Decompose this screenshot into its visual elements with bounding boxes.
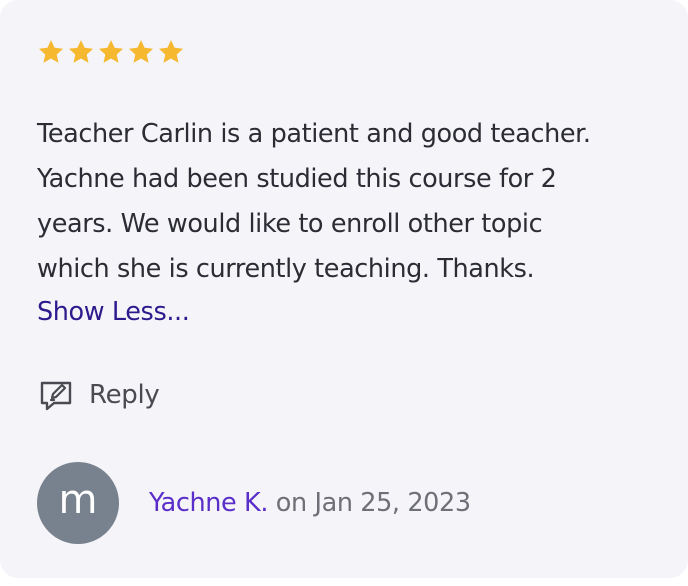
star-icon: [127, 38, 155, 66]
show-less-link[interactable]: Show Less...: [37, 290, 190, 335]
review-author: m Yachne K. on Jan 25, 2023: [37, 462, 471, 544]
reply-button[interactable]: Reply: [37, 376, 160, 414]
review-card: Teacher Carlin is a patient and good tea…: [0, 0, 688, 578]
review-text-line: Teacher Carlin is a patient and good tea…: [37, 119, 591, 149]
star-rating: [37, 38, 185, 66]
star-icon: [157, 38, 185, 66]
byline-separator: on: [275, 488, 307, 518]
star-icon: [67, 38, 95, 66]
byline: Yachne K. on Jan 25, 2023: [149, 488, 471, 518]
review-date: Jan 25, 2023: [314, 488, 471, 518]
reply-label: Reply: [89, 380, 160, 410]
avatar: m: [37, 462, 119, 544]
star-icon: [37, 38, 65, 66]
star-icon: [97, 38, 125, 66]
review-text-line: years. We would like to enroll other top…: [37, 209, 543, 239]
review-text-line: Yachne had been studied this course for …: [37, 164, 557, 194]
author-name-link[interactable]: Yachne K.: [149, 488, 268, 518]
review-body: Teacher Carlin is a patient and good tea…: [37, 112, 657, 292]
reply-edit-icon: [37, 376, 75, 414]
review-text-line: which she is currently teaching. Thanks.: [37, 254, 535, 284]
